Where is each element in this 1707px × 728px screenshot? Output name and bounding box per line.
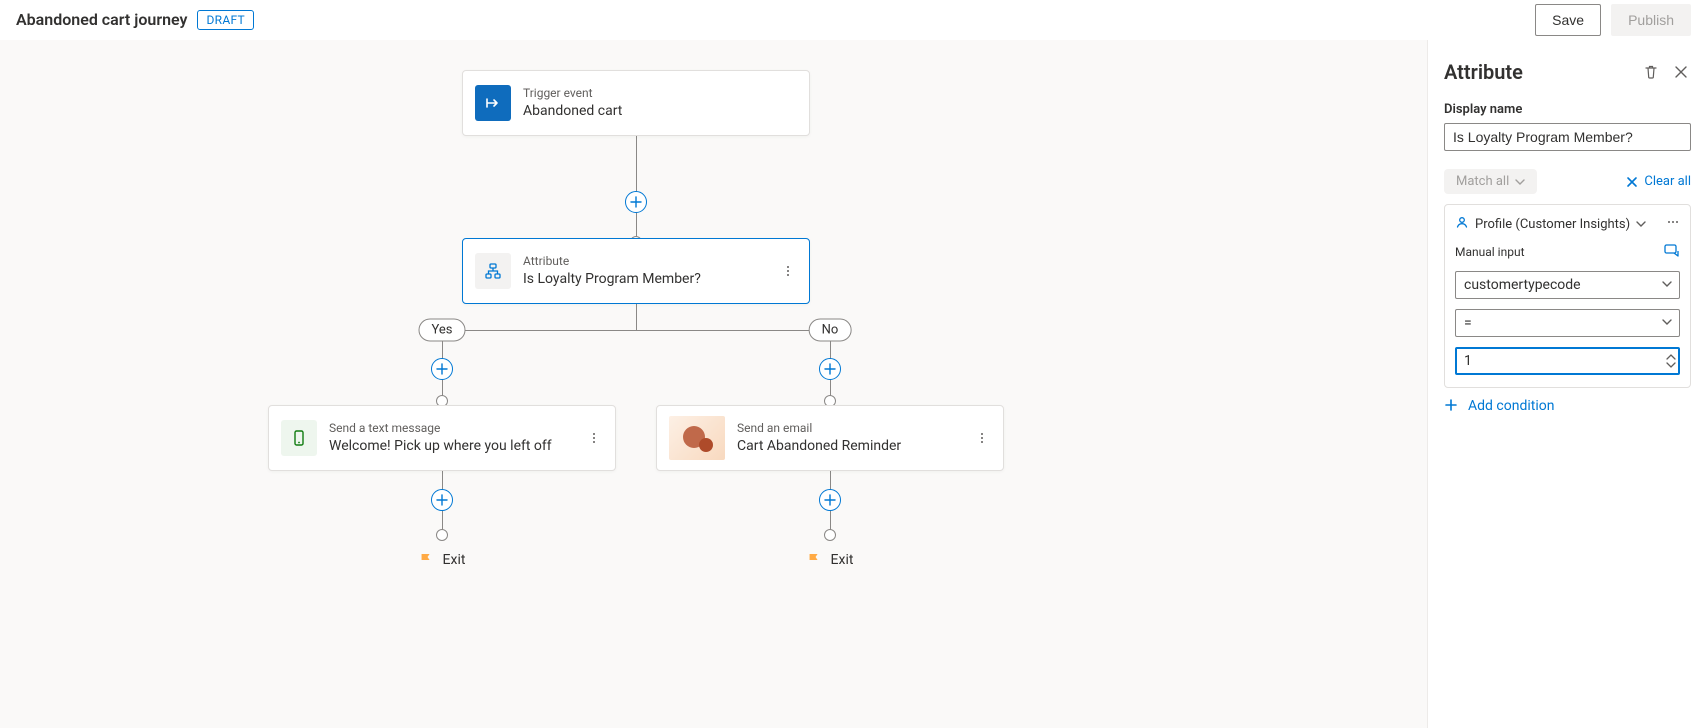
attribute-node[interactable]: Attribute Is Loyalty Program Member? <box>462 238 810 304</box>
plus-icon <box>630 196 642 208</box>
node-label: Attribute <box>523 254 701 270</box>
kebab-icon <box>781 264 795 278</box>
sms-node[interactable]: Send a text message Welcome! Pick up whe… <box>268 405 616 471</box>
add-condition-button[interactable]: Add condition <box>1444 398 1691 414</box>
plus-icon <box>1444 398 1460 414</box>
dynamic-input-icon <box>1664 243 1680 257</box>
value-input[interactable]: 1 <box>1455 347 1680 375</box>
input-mode-button[interactable] <box>1664 243 1680 261</box>
trigger-icon <box>475 85 511 121</box>
add-step-button[interactable] <box>625 191 647 213</box>
match-mode-label: Match all <box>1456 174 1509 189</box>
plus-icon <box>436 363 448 375</box>
kebab-icon <box>587 431 601 445</box>
plus-icon <box>824 363 836 375</box>
exit-label: Exit <box>831 552 854 568</box>
properties-panel: Attribute Display name Match all <box>1427 40 1707 728</box>
add-step-button[interactable] <box>431 358 453 380</box>
manual-input-label: Manual input <box>1455 245 1525 259</box>
node-menu-button[interactable] <box>969 425 995 451</box>
flag-icon <box>419 552 435 568</box>
chevron-down-icon <box>1515 177 1525 187</box>
clear-all-button[interactable]: Clear all <box>1626 174 1691 189</box>
close-button[interactable] <box>1671 62 1691 82</box>
display-name-label: Display name <box>1444 102 1691 117</box>
phone-icon <box>281 420 317 456</box>
condition-menu-button[interactable] <box>1666 215 1680 233</box>
operator-select[interactable]: = <box>1455 309 1680 337</box>
delete-button[interactable] <box>1641 62 1661 82</box>
add-step-button[interactable] <box>819 489 841 511</box>
connector <box>636 302 637 330</box>
trash-icon <box>1643 64 1659 80</box>
topbar: Abandoned cart journey DRAFT Save Publis… <box>0 0 1707 40</box>
match-mode-pill: Match all <box>1444 169 1537 194</box>
node-title: Abandoned cart <box>523 102 622 120</box>
flag-icon <box>807 552 823 568</box>
operator-value: = <box>1455 309 1680 337</box>
add-step-button[interactable] <box>431 489 453 511</box>
email-node[interactable]: Send an email Cart Abandoned Reminder <box>656 405 1004 471</box>
chevron-down-icon <box>1636 219 1646 229</box>
node-menu-button[interactable] <box>581 425 607 451</box>
chevron-down-icon <box>1666 361 1676 369</box>
node-title: Welcome! Pick up where you left off <box>329 437 552 455</box>
save-button[interactable]: Save <box>1535 4 1601 36</box>
node-title: Is Loyalty Program Member? <box>523 270 701 288</box>
node-label: Send an email <box>737 421 901 437</box>
branch-no-tag[interactable]: No <box>809 319 852 342</box>
connector-node <box>824 529 836 541</box>
stepper-arrows[interactable] <box>1666 349 1676 373</box>
plus-icon <box>436 494 448 506</box>
condition-card: Profile (Customer Insights) Manual input… <box>1444 204 1691 388</box>
email-thumbnail <box>669 416 725 460</box>
draft-badge: DRAFT <box>197 10 254 30</box>
journey-canvas[interactable]: Yes No <box>0 40 1427 728</box>
profile-source-chip[interactable]: Profile (Customer Insights) <box>1455 215 1646 233</box>
value-stepper[interactable]: 1 <box>1455 347 1680 375</box>
kebab-icon <box>975 431 989 445</box>
node-label: Send a text message <box>329 421 552 437</box>
chevron-up-icon <box>1666 353 1676 361</box>
exit-label: Exit <box>443 552 466 568</box>
clear-all-label: Clear all <box>1644 174 1691 189</box>
exit-node: Exit <box>807 552 854 568</box>
person-icon <box>1455 215 1469 233</box>
add-step-button[interactable] <box>819 358 841 380</box>
trigger-node[interactable]: Trigger event Abandoned cart <box>462 70 810 136</box>
attribute-icon <box>475 253 511 289</box>
attribute-field-select[interactable]: customertypecode <box>1455 271 1680 299</box>
node-label: Trigger event <box>523 86 622 102</box>
connector <box>442 330 832 331</box>
node-menu-button[interactable] <box>775 258 801 284</box>
attribute-field-value: customertypecode <box>1455 271 1680 299</box>
publish-button: Publish <box>1611 4 1691 36</box>
profile-source-label: Profile (Customer Insights) <box>1475 217 1630 232</box>
page-title: Abandoned cart journey <box>16 10 187 29</box>
add-condition-label: Add condition <box>1468 398 1554 414</box>
panel-title: Attribute <box>1444 60 1523 84</box>
connector <box>636 136 637 242</box>
close-icon <box>1626 176 1638 188</box>
node-title: Cart Abandoned Reminder <box>737 437 901 455</box>
exit-node: Exit <box>419 552 466 568</box>
meatballs-icon <box>1666 215 1680 229</box>
plus-icon <box>824 494 836 506</box>
close-icon <box>1674 65 1688 79</box>
branch-yes-tag[interactable]: Yes <box>419 319 466 342</box>
connector-node <box>436 529 448 541</box>
display-name-field[interactable] <box>1444 123 1691 151</box>
